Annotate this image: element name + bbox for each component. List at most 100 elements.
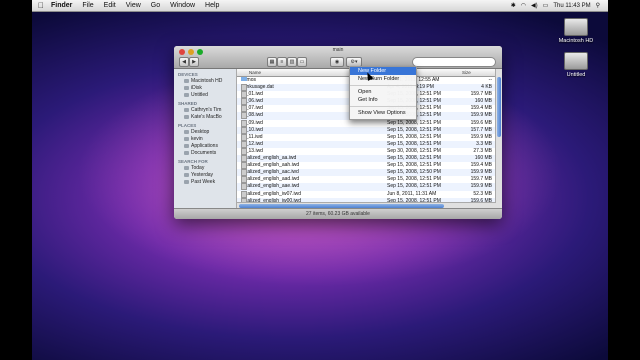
file-size: 159.6 MB — [470, 119, 492, 126]
menu-item-show-view-options[interactable]: Show View Options — [350, 109, 416, 117]
file-name: localized_english_iw07.iwd — [241, 190, 302, 198]
file-name: localized_english_aac.iwd — [241, 169, 299, 177]
column-header-name[interactable]: Name — [249, 70, 261, 75]
table-row[interactable]: iw_09.iwd Sep 15, 2008, 12:51 PM 159.6 MB — [237, 119, 496, 127]
menu-item-open[interactable]: Open — [350, 88, 416, 96]
file-name: iw_13.iwd — [241, 147, 263, 155]
desktop-icon-label: Untitled — [566, 72, 586, 78]
sidebar-item-macintosh-hd[interactable]: Macintosh HD — [184, 78, 236, 84]
file-name: localized_english_aae.iwd — [241, 183, 299, 191]
file-name: iw_11.iwd — [241, 133, 263, 141]
bluetooth-icon[interactable]: ✱ — [511, 2, 516, 9]
table-row[interactable]: localized_english_iw07.iwd Jun 8, 2011, 1… — [237, 190, 496, 198]
file-name-text: localized_english_iw07.iwd — [241, 190, 302, 197]
window-titlebar[interactable]: main ◀ ▶ ▦ ≡ ▥ ▭ ◉ ⚙▾ — [174, 46, 502, 69]
clock-icon — [184, 166, 189, 170]
table-row[interactable]: iw_10.iwd Sep 15, 2008, 12:51 PM 157.7 MB — [237, 126, 496, 134]
file-name-text: localized_english_aac.iwd — [241, 169, 299, 176]
view-icon-button[interactable]: ▦ — [267, 57, 277, 67]
sidebar-item-shared-2[interactable]: Kate's MacBo — [184, 114, 236, 120]
file-size: 159.9 MB — [470, 169, 492, 176]
vertical-scrollbar[interactable] — [495, 69, 502, 209]
file-icon — [241, 105, 247, 113]
action-menu: New Folder New Burn Folder Open Get Info… — [349, 66, 417, 120]
desktop-icon — [184, 130, 189, 134]
file-size: 159.4 MB — [470, 162, 492, 169]
file-icon — [241, 98, 247, 106]
sidebar-item-desktop[interactable]: Desktop — [184, 129, 236, 135]
battery-icon[interactable]: ▭ — [543, 2, 549, 9]
drive-icon — [184, 93, 189, 97]
file-size: 160 MB — [474, 98, 492, 105]
menu-item-new-burn-folder[interactable]: New Burn Folder — [350, 75, 416, 83]
table-row[interactable]: localized_english_aah.iwd Sep 15, 2008, 1… — [237, 162, 496, 170]
desktop-icon-macintosh-hd[interactable]: Macintosh HD — [554, 18, 598, 44]
menu-view[interactable]: View — [126, 2, 141, 9]
desktop:  Finder File Edit View Go Window Help ✱… — [32, 0, 608, 360]
sidebar-item-untitled[interactable]: Untitled — [184, 92, 236, 98]
menu-separator — [350, 85, 416, 86]
sidebar-item-today[interactable]: Today — [184, 165, 236, 171]
table-row[interactable]: iw_12.iwd Sep 15, 2008, 12:51 PM 3.3 MB — [237, 140, 496, 148]
sidebar-item-label: Documents — [191, 150, 217, 156]
sidebar-item-yesterday[interactable]: Yesterday — [184, 172, 236, 178]
sidebar-item-label: Desktop — [191, 129, 210, 135]
search-field[interactable] — [412, 57, 496, 67]
table-row[interactable]: localized_english_aa.iwd Sep 15, 2008, 12… — [237, 155, 496, 163]
finder-window: main ◀ ▶ ▦ ≡ ▥ ▭ ◉ ⚙▾ DEVICES Macintosh … — [174, 46, 502, 219]
status-bar: 27 items, 60.23 GB available — [174, 208, 502, 219]
view-column-button[interactable]: ▥ — [287, 57, 297, 67]
volume-icon[interactable]: ◀) — [531, 2, 538, 9]
file-size: 159.9 MB — [470, 112, 492, 119]
menu-help[interactable]: Help — [205, 2, 219, 9]
hard-drive-icon — [564, 18, 588, 36]
sidebar-item-shared-1[interactable]: Cathryn's Tim — [184, 107, 236, 113]
sidebar-item-idisk[interactable]: iDisk — [184, 85, 236, 91]
home-icon — [184, 137, 189, 141]
sidebar-item-home[interactable]: kevin — [184, 136, 236, 142]
table-row[interactable]: iw_11.iwd Sep 15, 2008, 12:51 PM 159.9 MB — [237, 133, 496, 141]
column-header-size[interactable]: Size — [462, 70, 471, 75]
menu-item-new-folder[interactable]: New Folder — [350, 67, 416, 75]
view-coverflow-button[interactable]: ▭ — [297, 57, 307, 67]
menu-edit[interactable]: Edit — [104, 2, 116, 9]
back-button[interactable]: ◀ — [179, 57, 189, 67]
file-name: iw_08.iwd — [241, 112, 263, 120]
sidebar-header-search: SEARCH FOR — [178, 159, 208, 164]
menubar-clock[interactable]: Thu 11:43 PM — [553, 3, 590, 9]
file-icon — [241, 84, 247, 92]
computer-icon — [184, 108, 189, 112]
table-row[interactable]: iw_13.iwd Sep 30, 2008, 12:51 PM 27.3 MB — [237, 147, 496, 155]
menu-item-get-info[interactable]: Get Info — [350, 96, 416, 104]
table-row[interactable]: localized_english_aae.iwd Sep 15, 2008, 1… — [237, 183, 496, 191]
sidebar: DEVICES Macintosh HD iDisk Untitled SHAR… — [174, 69, 237, 209]
menu-file[interactable]: File — [82, 2, 93, 9]
quicklook-button[interactable]: ◉ — [330, 57, 344, 67]
file-name: iw_09.iwd — [241, 119, 263, 127]
window-title: main — [332, 47, 344, 53]
apple-menu-icon[interactable]:  — [38, 1, 44, 10]
table-row[interactable]: localized_english_aac.iwd Sep 15, 2008, 1… — [237, 169, 496, 177]
desktop-icon-untitled[interactable]: Untitled — [554, 52, 598, 78]
file-icon — [241, 147, 247, 155]
forward-button[interactable]: ▶ — [189, 57, 199, 67]
file-icon — [241, 126, 247, 134]
file-date: Sep 15, 2008, 12:51 PM — [387, 162, 441, 169]
wifi-icon[interactable]: ◠ — [521, 2, 526, 9]
file-size: 4 KB — [481, 84, 492, 91]
sidebar-item-label: Macintosh HD — [191, 78, 223, 84]
file-name: iw_07.iwd — [241, 105, 263, 113]
sidebar-item-applications[interactable]: Applications — [184, 143, 236, 149]
spotlight-icon[interactable]: ⚲ — [596, 2, 600, 9]
sidebar-item-documents[interactable]: Documents — [184, 150, 236, 156]
menu-go[interactable]: Go — [151, 2, 160, 9]
file-date: Sep 15, 2008, 12:51 PM — [387, 155, 441, 162]
menu-window[interactable]: Window — [170, 2, 195, 9]
menu-finder[interactable]: Finder — [51, 2, 72, 9]
file-size: 159.9 MB — [470, 133, 492, 140]
sidebar-header-places: PLACES — [178, 123, 197, 128]
table-row[interactable]: localized_english_aad.iwd Sep 15, 2008, 1… — [237, 176, 496, 184]
view-list-button[interactable]: ≡ — [277, 57, 287, 67]
vertical-scroll-thumb[interactable] — [497, 77, 501, 137]
sidebar-item-past-week[interactable]: Past Week — [184, 179, 236, 185]
